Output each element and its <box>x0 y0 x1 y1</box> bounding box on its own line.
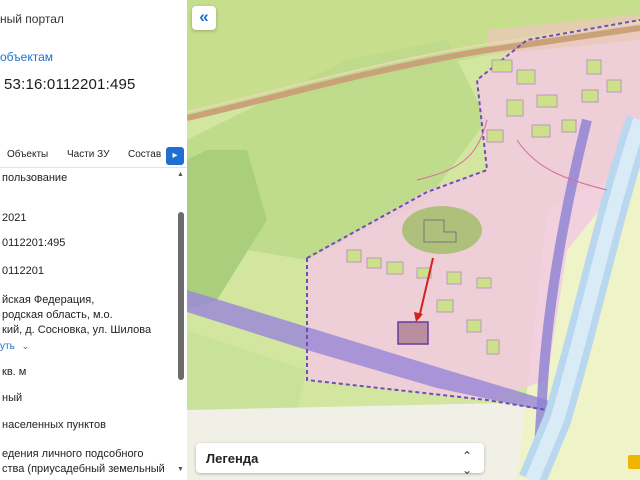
field-address-line-1: йская Федерация, <box>2 294 95 306</box>
corner-widget[interactable] <box>628 455 640 469</box>
tabs-next-button[interactable]: ▸ <box>166 147 184 165</box>
scroll-down-arrow-icon[interactable]: ▼ <box>177 466 184 473</box>
tab-objects[interactable]: Объекты <box>7 149 48 160</box>
back-to-objects-link[interactable]: объектам <box>0 50 53 64</box>
map-view[interactable] <box>187 0 640 480</box>
legend-label: Легенда <box>206 451 259 466</box>
tab-composition[interactable]: Состав <box>128 149 161 160</box>
field-status: ный <box>2 392 23 404</box>
field-usage: пользование <box>2 172 68 184</box>
chevron-up-down-icon: ⌃ ⌄ <box>461 449 472 477</box>
field-cadastral-number: 0112201:495 <box>2 237 66 249</box>
tab-parts[interactable]: Части ЗУ <box>67 149 109 160</box>
back-link-label[interactable]: объектам <box>0 50 53 64</box>
scroll-up-arrow-icon[interactable]: ▲ <box>177 171 184 178</box>
cadastral-number: 53:16:0112201:495 <box>4 76 136 93</box>
field-cadastral-quarter: 0112201 <box>2 265 45 277</box>
chevron-down-icon: ⌄ <box>21 341 30 351</box>
pond-area <box>402 206 482 254</box>
selected-parcel <box>397 321 429 345</box>
field-address-line-2: родская область, м.о. <box>2 309 113 321</box>
field-land-category: населенных пунктов <box>2 419 106 431</box>
collapse-panel-button[interactable]: « <box>192 6 216 30</box>
field-permitted-use-line-1: едения личного подсобного <box>2 448 144 460</box>
show-more-link[interactable]: уть ⌄ <box>0 341 29 352</box>
chevron-right-icon: ▸ <box>172 150 178 161</box>
info-tabs: Объекты Части ЗУ Состав <box>0 143 187 168</box>
double-chevron-left-icon: « <box>199 7 209 26</box>
legend-dropdown[interactable]: Легенда ⌃ ⌄ <box>196 443 484 477</box>
scrollbar-thumb[interactable] <box>178 212 184 380</box>
field-address-line-3: кий, д. Сосновка, ул. Шилова <box>2 324 152 336</box>
show-more-label[interactable]: уть <box>0 341 15 352</box>
map-canvas[interactable] <box>187 0 640 480</box>
field-permitted-use-line-2: ства (приусадебный земельный <box>2 463 165 475</box>
object-info-panel: ный портал объектам 53:16:0112201:495 Об… <box>0 0 188 480</box>
field-area-unit: кв. м <box>2 366 27 378</box>
portal-title: ный портал <box>0 12 64 26</box>
field-date: 2021 <box>2 212 27 224</box>
